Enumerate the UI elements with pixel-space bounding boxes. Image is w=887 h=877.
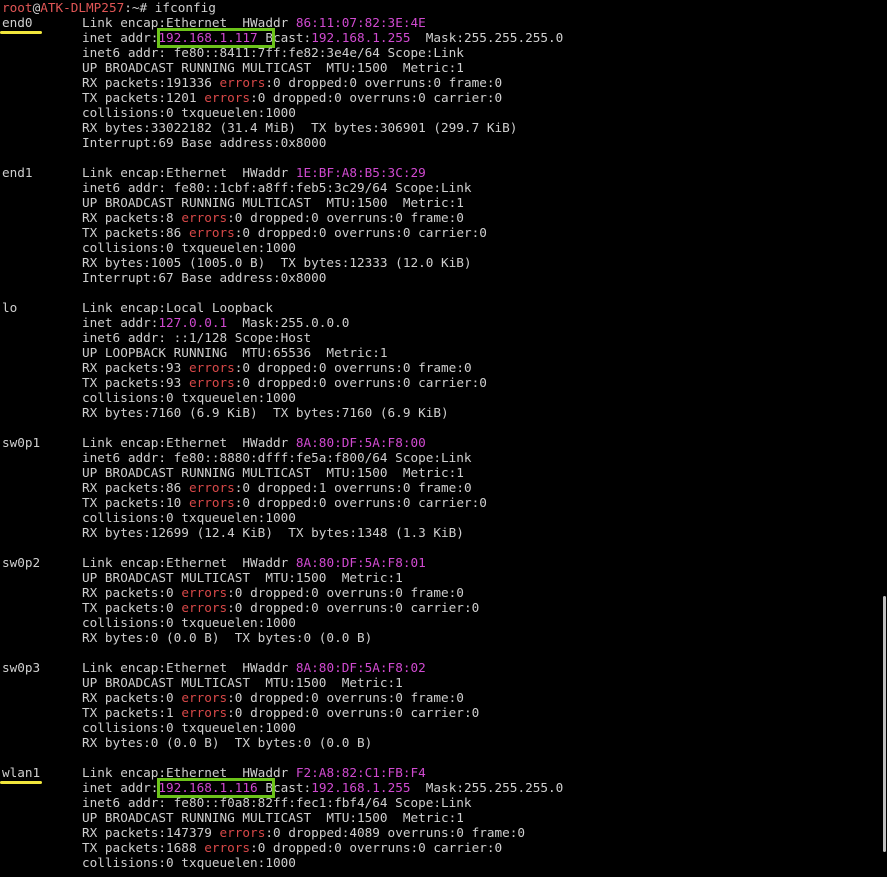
- sw0p3-hwaddr: 8A:80:DF:5A:F8:02: [295, 660, 426, 675]
- vertical-scrollbar[interactable]: [883, 596, 886, 852]
- prompt-command: ifconfig: [154, 0, 216, 15]
- sw0p2-hwaddr: 8A:80:DF:5A:F8:01: [295, 555, 426, 570]
- sw0p2-rx-packets-line: RX packets:0 errors:0 dropped:0 overruns…: [82, 585, 464, 600]
- wlan1-rx-packets-line: RX packets:147379 errors:0 dropped:4089 …: [82, 825, 526, 840]
- end1-inet6-line: inet6 addr: fe80::1cbf:a8ff:feb5:3c29/64…: [82, 180, 472, 195]
- sw0p2-tx-packets-line: TX packets:0 errors:0 dropped:0 overruns…: [82, 600, 480, 615]
- end0-interrupt-line: Interrupt:69 Base address:0x8000: [82, 135, 327, 150]
- lo-inet-line: inet addr:127.0.0.1 Mask:255.0.0.0: [82, 315, 350, 330]
- sw0p3-bytes-line: RX bytes:0 (0.0 B) TX bytes:0 (0.0 B): [82, 735, 373, 750]
- sw0p1-collisions-line: collisions:0 txqueuelen:1000: [82, 510, 296, 525]
- interface-name-sw0p1: sw0p1: [2, 435, 41, 450]
- prompt-line: root@ATK-DLMP257:~# ifconfig: [2, 0, 216, 15]
- end0-bcast: 192.168.1.255: [311, 30, 411, 45]
- sw0p2-flags-line: UP BROADCAST MULTICAST MTU:1500 Metric:1: [82, 570, 403, 585]
- interface-name-lo: lo: [2, 300, 18, 315]
- sw0p3-link-line: Link encap:Ethernet HWaddr 8A:80:DF:5A:F…: [82, 660, 426, 675]
- end1-bytes-line: RX bytes:1005 (1005.0 B) TX bytes:12333 …: [82, 255, 472, 270]
- sw0p3-flags-line: UP BROADCAST MULTICAST MTU:1500 Metric:1: [82, 675, 403, 690]
- wlan1-inet-line: inet addr:192.168.1.116 Bcast:192.168.1.…: [82, 780, 564, 795]
- lo-collisions-line: collisions:0 txqueuelen:1000: [82, 390, 296, 405]
- end0-rx-packets-line: RX packets:191336 errors:0 dropped:0 ove…: [82, 75, 503, 90]
- wlan1-tx-packets-line: TX packets:1688 errors:0 dropped:0 overr…: [82, 840, 503, 855]
- wlan1-bcast: 192.168.1.255: [311, 780, 411, 795]
- sw0p3-rx-packets-line: RX packets:0 errors:0 dropped:0 overruns…: [82, 690, 464, 705]
- lo-tx-packets-line: TX packets:93 errors:0 dropped:0 overrun…: [82, 375, 487, 390]
- end1-tx-packets-line: TX packets:86 errors:0 dropped:0 overrun…: [82, 225, 487, 240]
- sw0p1-bytes-line: RX bytes:12699 (12.4 KiB) TX bytes:1348 …: [82, 525, 464, 540]
- lo-bytes-line: RX bytes:7160 (6.9 KiB) TX bytes:7160 (6…: [82, 405, 449, 420]
- lo-inet6-line: inet6 addr: ::1/128 Scope:Host: [82, 330, 312, 345]
- interface-name-end1: end1: [2, 165, 33, 180]
- interface-name-end0: end0: [2, 15, 33, 30]
- sw0p2-bytes-line: RX bytes:0 (0.0 B) TX bytes:0 (0.0 B): [82, 630, 373, 645]
- sw0p1-tx-packets-line: TX packets:10 errors:0 dropped:0 overrun…: [82, 495, 487, 510]
- sw0p2-collisions-line: collisions:0 txqueuelen:1000: [82, 615, 296, 630]
- sw0p3-tx-packets-line: TX packets:1 errors:0 dropped:0 overruns…: [82, 705, 480, 720]
- end0-inet-line: inet addr:192.168.1.117 Bcast:192.168.1.…: [82, 30, 564, 45]
- end0-tx-packets-line: TX packets:1201 errors:0 dropped:0 overr…: [82, 90, 503, 105]
- end1-interrupt-line: Interrupt:67 Base address:0x8000: [82, 270, 327, 285]
- prompt-host: ATK-DLMP257: [40, 0, 125, 15]
- sw0p3-collisions-line: collisions:0 txqueuelen:1000: [82, 720, 296, 735]
- end1-hwaddr: 1E:BF:A8:B5:3C:29: [295, 165, 426, 180]
- wlan1-collisions-line: collisions:0 txqueuelen:1000: [82, 855, 296, 870]
- sw0p1-hwaddr: 8A:80:DF:5A:F8:00: [295, 435, 426, 450]
- end0-bytes-line: RX bytes:33022182 (31.4 MiB) TX bytes:30…: [82, 120, 518, 135]
- lo-flags-line: UP LOOPBACK RUNNING MTU:65536 Metric:1: [82, 345, 388, 360]
- terminal-window[interactable]: root@ATK-DLMP257:~# ifconfig end0 Link e…: [0, 0, 887, 877]
- underline-marker-end0: [0, 31, 42, 34]
- end1-flags-line: UP BROADCAST RUNNING MULTICAST MTU:1500 …: [82, 195, 464, 210]
- prompt-user: root: [2, 0, 33, 15]
- wlan1-flags-line: UP BROADCAST RUNNING MULTICAST MTU:1500 …: [82, 810, 464, 825]
- interface-name-sw0p3: sw0p3: [2, 660, 41, 675]
- interface-name-wlan1: wlan1: [2, 765, 41, 780]
- sw0p1-inet6-line: inet6 addr: fe80::8880:dfff:fe5a:f800/64…: [82, 450, 472, 465]
- sw0p1-rx-packets-line: RX packets:86 errors:0 dropped:1 overrun…: [82, 480, 472, 495]
- sw0p1-flags-line: UP BROADCAST RUNNING MULTICAST MTU:1500 …: [82, 465, 464, 480]
- end1-rx-packets-line: RX packets:8 errors:0 dropped:0 overruns…: [82, 210, 464, 225]
- lo-link-line: Link encap:Local Loopback: [82, 300, 273, 315]
- lo-inet-addr: 127.0.0.1: [158, 315, 228, 330]
- lo-rx-packets-line: RX packets:93 errors:0 dropped:0 overrun…: [82, 360, 472, 375]
- end0-hwaddr: 86:11:07:82:3E:4E: [295, 15, 426, 30]
- prompt-path: :~#: [124, 0, 155, 15]
- end1-collisions-line: collisions:0 txqueuelen:1000: [82, 240, 296, 255]
- interface-name-sw0p2: sw0p2: [2, 555, 41, 570]
- underline-marker-wlan1: [0, 781, 42, 784]
- end0-flags-line: UP BROADCAST RUNNING MULTICAST MTU:1500 …: [82, 60, 464, 75]
- wlan1-hwaddr: F2:A8:82:C1:FB:F4: [295, 765, 426, 780]
- end1-link-line: Link encap:Ethernet HWaddr 1E:BF:A8:B5:3…: [82, 165, 426, 180]
- sw0p1-link-line: Link encap:Ethernet HWaddr 8A:80:DF:5A:F…: [82, 435, 426, 450]
- end0-inet6-line: inet6 addr: fe80::8411:7ff:fe82:3e4e/64 …: [82, 45, 464, 60]
- wlan1-inet6-line: inet6 addr: fe80::f0a8:82ff:fec1:fbf4/64…: [82, 795, 472, 810]
- end0-collisions-line: collisions:0 txqueuelen:1000: [82, 105, 296, 120]
- sw0p2-link-line: Link encap:Ethernet HWaddr 8A:80:DF:5A:F…: [82, 555, 426, 570]
